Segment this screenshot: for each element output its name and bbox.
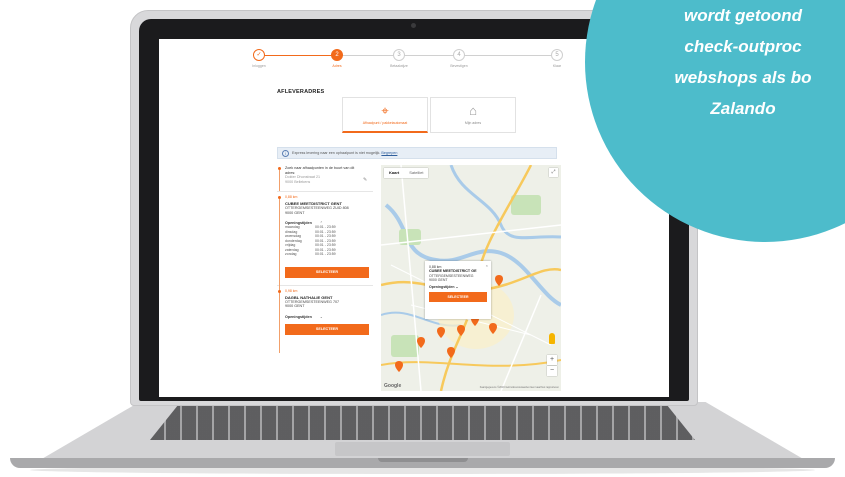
step-bevestigen[interactable]: 4 Bevestigen xyxy=(429,49,489,68)
chevron-down-icon: ⌄ xyxy=(319,314,323,319)
street-view-pegman-icon[interactable] xyxy=(549,333,555,344)
popup-hours-label: Openingstijden xyxy=(429,284,455,289)
pencil-icon[interactable]: ✎ xyxy=(363,177,367,183)
map-popup: × 0,88 km CUBEE MEETDISTRICT GE OTTERGEM… xyxy=(425,261,491,319)
search-text: Zoek naar afhaalpunten in de buurt van d… xyxy=(285,166,357,184)
camera-icon xyxy=(411,23,416,28)
search-prompt: Zoek naar afhaalpunten in de buurt van d… xyxy=(285,166,355,175)
info-dismiss-link[interactable]: Begrepen xyxy=(381,151,397,155)
page-title: AFLEVERADRES xyxy=(277,89,325,95)
location-distance: 0,88 km xyxy=(285,195,298,199)
opening-hours-toggle[interactable]: Openingstijden ⌄ xyxy=(285,315,373,319)
hours-time: 00:01 - 23:59 xyxy=(315,252,336,257)
step-number: 2 xyxy=(331,49,343,61)
list-item[interactable]: 0,98 km DAGBL NATHALIE GENT OTTERGEMSEST… xyxy=(277,286,373,353)
popup-select-button[interactable]: SELECTEER xyxy=(429,291,487,302)
google-logo: Google xyxy=(384,383,402,389)
zoom-out-button[interactable]: − xyxy=(547,366,557,376)
timeline-line xyxy=(279,170,280,191)
check-icon: ✓ xyxy=(253,49,265,61)
opening-hours-label: Openingstijden xyxy=(285,314,312,319)
fullscreen-icon[interactable]: ⤢ xyxy=(549,168,558,177)
step-label: Adres xyxy=(332,64,342,68)
step-betaalwijze[interactable]: 3 Betaalwijze xyxy=(369,49,429,68)
callout-text: wordt getoond check-outproc webshops als… xyxy=(628,0,845,124)
search-address-line2: 9000 Bellekens xyxy=(285,179,311,184)
location-distance: 0,98 km xyxy=(285,288,298,293)
pickup-list: Zoek naar afhaalpunten in de buurt van d… xyxy=(277,165,373,397)
step-adres[interactable]: 2 Adres xyxy=(307,49,367,68)
option-label: Mijn adres xyxy=(464,121,482,125)
tab-satelliet[interactable]: Satelliet xyxy=(404,168,428,178)
info-text: Express levering naar een ophaalpunt is … xyxy=(292,151,381,155)
step-number: 5 xyxy=(551,49,563,61)
select-location-button[interactable]: SELECTEER xyxy=(285,266,369,278)
house-icon: ⌂ xyxy=(469,103,477,118)
close-icon[interactable]: × xyxy=(486,263,488,268)
search-address: Zoek naar afhaalpunten in de buurt van d… xyxy=(277,165,373,191)
step-number: 3 xyxy=(393,49,405,61)
tab-kaart[interactable]: Kaart xyxy=(384,168,404,178)
step-label: Klaar xyxy=(552,64,562,68)
popup-address-line2: 9000 GENT xyxy=(429,278,448,282)
step-klaar[interactable]: 5 Klaar xyxy=(527,49,587,68)
location-address-line2: 9000 GENT xyxy=(285,304,305,309)
step-inloggen[interactable]: ✓ Inloggen xyxy=(229,49,289,68)
step-label: Bevestigen xyxy=(450,64,468,68)
select-location-button[interactable]: SELECTEER xyxy=(285,323,369,335)
location-address-line2: 9000 GENT xyxy=(285,210,305,215)
info-icon: i xyxy=(282,150,289,157)
location-pin-icon: ⌖ xyxy=(381,103,389,118)
option-pickup-point[interactable]: ⌖ Afhaalpunt / pakketautomaat xyxy=(342,97,428,133)
callout-line: check-outproc xyxy=(684,37,802,56)
hours-day: zondag xyxy=(285,252,297,257)
laptop-trackpad xyxy=(335,442,510,456)
laptop-notch xyxy=(378,458,468,462)
callout-line: webshops als bo xyxy=(674,68,812,87)
laptop-keyboard xyxy=(150,406,695,440)
stage: ✓ Inloggen 2 Adres 3 Betaalwijze 4 Beves… xyxy=(0,0,845,477)
map-view[interactable]: Kaart Satelliet ⤢ × 0,88 km CUBEE MEETDI… xyxy=(381,165,561,391)
map-attribution: Kaartgegevens ©2019 Gebruiksvoorwaarden … xyxy=(479,386,559,389)
callout-line: Zalando xyxy=(710,99,776,118)
timeline-line xyxy=(279,292,280,353)
zoom-in-button[interactable]: + xyxy=(547,355,557,365)
callout-line: wordt getoond xyxy=(683,6,803,25)
map-type-tabs: Kaart Satelliet xyxy=(384,168,429,178)
option-label: Afhaalpunt / pakketautomaat xyxy=(362,121,408,125)
info-bar: i Express levering naar een ophaalpunt i… xyxy=(277,147,557,159)
chevron-down-icon: ⌄ xyxy=(455,284,459,289)
list-item[interactable]: 0,88 km CUBEE MEETDISTRICT GENT OTTERGEM… xyxy=(277,192,373,329)
step-label: Betaalwijze xyxy=(390,64,408,68)
popup-hours-toggle[interactable]: Openingstijden ⌄ xyxy=(429,285,487,289)
step-number: 4 xyxy=(453,49,465,61)
hours-row: zondag 00:01 - 23:59 xyxy=(285,252,373,257)
option-my-address[interactable]: ⌂ Mijn adres xyxy=(430,97,516,133)
step-label: Inloggen xyxy=(252,64,266,68)
